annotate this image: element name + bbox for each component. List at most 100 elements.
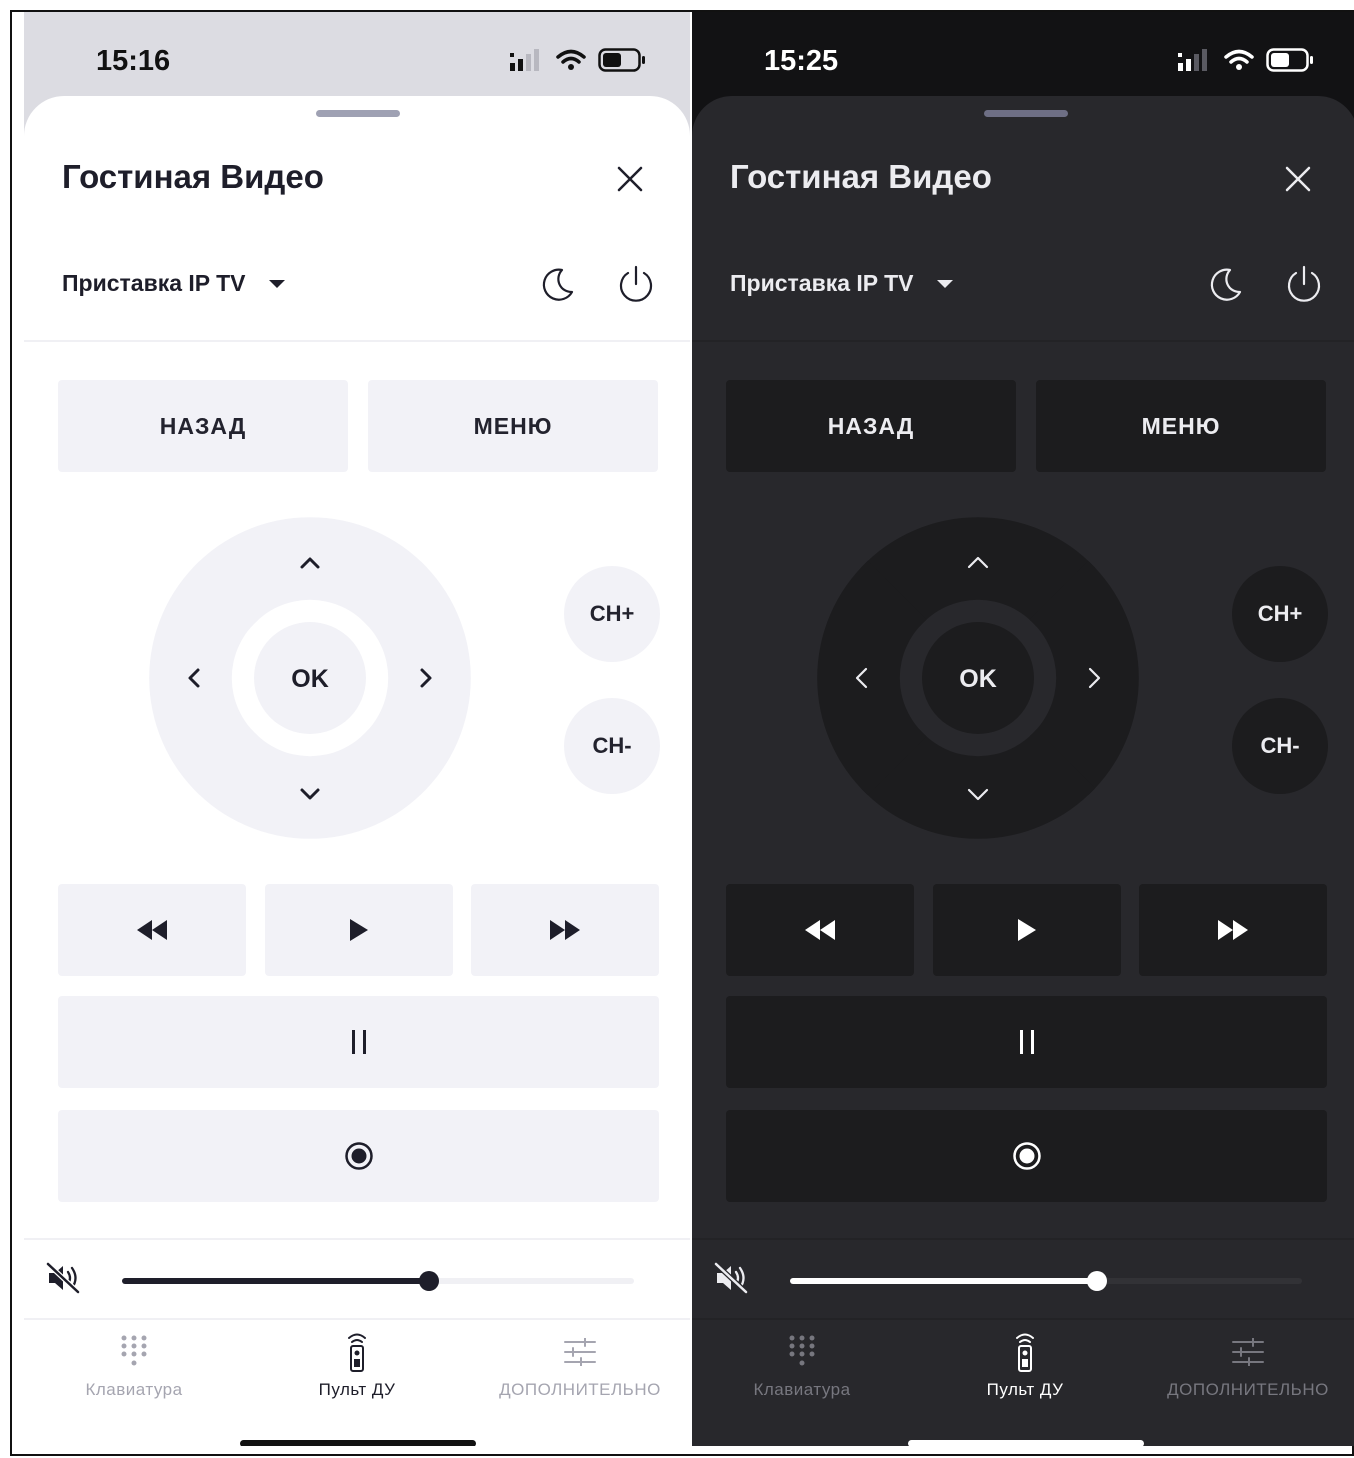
close-icon[interactable] (616, 165, 644, 193)
settings-sliders-icon (564, 1338, 596, 1366)
fast-forward-button[interactable] (471, 884, 659, 976)
fast-forward-icon (550, 920, 580, 940)
channel-down-label: CH- (592, 733, 632, 758)
record-button[interactable] (58, 1110, 659, 1202)
power-icon[interactable] (616, 264, 656, 304)
play-button[interactable] (265, 884, 453, 976)
device-label: Приставка IP TV (730, 270, 914, 296)
channel-down-button[interactable]: CH- (564, 698, 660, 794)
phone-dark-theme: 15:25 Гостиная Видео Приставка IP TV НАЗ… (692, 12, 1354, 1446)
sheet-grabber[interactable] (984, 110, 1068, 117)
rewind-button[interactable] (726, 884, 914, 976)
volume-slider-thumb[interactable] (419, 1271, 440, 1291)
volume-slider-fill (122, 1278, 430, 1284)
mute-icon[interactable] (714, 1262, 750, 1294)
sheet-grabber[interactable] (316, 110, 400, 117)
record-icon (1012, 1142, 1041, 1170)
volume-slider[interactable] (122, 1271, 634, 1291)
home-indicator[interactable] (908, 1440, 1144, 1446)
remote-icon (1016, 1333, 1034, 1372)
channel-down-label: CH- (1260, 733, 1300, 758)
divider (692, 1318, 1354, 1320)
pause-icon (351, 1030, 366, 1054)
divider (24, 1318, 690, 1320)
rewind-icon (805, 920, 835, 940)
pause-button[interactable] (726, 996, 1327, 1088)
page-title: Гостиная Видео (62, 158, 324, 195)
settings-sliders-icon (1232, 1338, 1264, 1366)
keypad-icon (789, 1335, 815, 1366)
status-icons (510, 48, 646, 72)
moon-icon[interactable] (536, 264, 576, 304)
channel-down-button[interactable]: CH- (1232, 698, 1328, 794)
status-time: 15:16 (96, 45, 171, 77)
device-selector[interactable]: Приставка IP TV (730, 270, 954, 297)
record-button[interactable] (726, 1110, 1327, 1202)
tab-remote-label: Пульт ДУ (986, 1380, 1064, 1399)
tab-remote[interactable]: Пульт ДУ (925, 1332, 1125, 1400)
divider (692, 1238, 1354, 1240)
rewind-button[interactable] (58, 884, 246, 976)
play-button[interactable] (933, 884, 1121, 976)
divider (24, 340, 690, 342)
volume-slider-thumb[interactable] (1087, 1271, 1108, 1291)
ok-label: OK (291, 665, 329, 693)
tab-additional-label: ДОПОЛНИТЕЛЬНО (1167, 1380, 1329, 1399)
signal-icon (510, 49, 539, 71)
back-button[interactable]: НАЗАД (58, 380, 348, 472)
menu-button[interactable]: МЕНЮ (1036, 380, 1326, 472)
tab-additional-label: ДОПОЛНИТЕЛЬНО (499, 1380, 661, 1399)
tab-keypad-label: Клавиатура (753, 1380, 851, 1399)
fast-forward-button[interactable] (1139, 884, 1327, 976)
power-icon[interactable] (1284, 264, 1324, 304)
battery-icon (1266, 48, 1313, 72)
tab-remote[interactable]: Пульт ДУ (257, 1332, 457, 1400)
close-icon[interactable] (1284, 165, 1312, 193)
tab-keypad[interactable]: Клавиатура (34, 1332, 234, 1400)
channel-up-label: CH+ (1257, 601, 1303, 626)
tab-keypad-label: Клавиатура (85, 1380, 183, 1399)
keypad-icon (121, 1335, 147, 1366)
tab-additional[interactable]: ДОПОЛНИТЕЛЬНО (1148, 1332, 1348, 1400)
volume-slider[interactable] (790, 1271, 1302, 1291)
mute-icon[interactable] (46, 1262, 82, 1294)
pause-icon (1019, 1030, 1034, 1054)
dropdown-arrow-icon (268, 279, 285, 288)
volume-slider-fill (790, 1278, 1098, 1284)
fast-forward-icon (1218, 920, 1248, 940)
divider (24, 1238, 690, 1240)
signal-icon (1178, 49, 1207, 71)
status-time: 15:25 (764, 45, 839, 77)
moon-icon[interactable] (1204, 264, 1244, 304)
remote-sheet: Гостиная Видео Приставка IP TV НАЗАД МЕН… (692, 96, 1354, 1446)
play-icon (350, 919, 368, 941)
phone-light-theme: 15:16 Гостиная Видео Приставка IP TV НАЗ… (24, 12, 690, 1446)
remote-icon (348, 1333, 366, 1372)
channel-up-button[interactable]: CH+ (564, 566, 660, 662)
dropdown-arrow-icon (936, 279, 953, 288)
tab-keypad[interactable]: Клавиатура (702, 1332, 902, 1400)
rewind-icon (137, 920, 167, 940)
wifi-icon (556, 49, 586, 70)
channel-up-button[interactable]: CH+ (1232, 566, 1328, 662)
tab-additional[interactable]: ДОПОЛНИТЕЛЬНО (480, 1332, 680, 1400)
page-title: Гостиная Видео (730, 158, 992, 195)
dpad: OK (817, 517, 1139, 839)
ok-label: OK (959, 665, 997, 693)
home-indicator[interactable] (240, 1440, 476, 1446)
divider (692, 340, 1354, 342)
tab-remote-label: Пульт ДУ (318, 1380, 396, 1399)
pause-button[interactable] (58, 996, 659, 1088)
dpad: OK (149, 517, 471, 839)
menu-button[interactable]: МЕНЮ (368, 380, 658, 472)
battery-icon (598, 48, 645, 72)
back-button[interactable]: НАЗАД (726, 380, 1016, 472)
wifi-icon (1224, 49, 1254, 70)
channel-up-label: CH+ (589, 601, 635, 626)
record-icon (344, 1142, 373, 1170)
remote-sheet: Гостиная Видео Приставка IP TV НАЗАД МЕН… (24, 96, 690, 1446)
device-selector[interactable]: Приставка IP TV (62, 270, 286, 297)
status-icons (1178, 48, 1314, 72)
device-label: Приставка IP TV (62, 270, 246, 296)
play-icon (1018, 919, 1036, 941)
